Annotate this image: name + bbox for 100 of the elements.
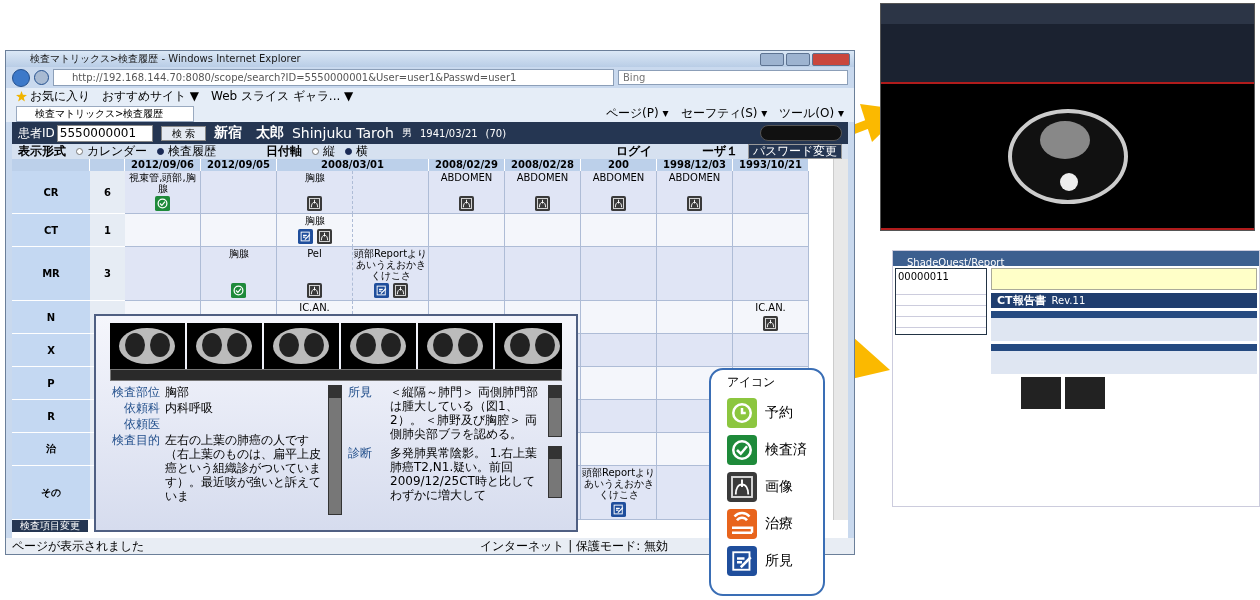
- lungs-icon[interactable]: [763, 316, 778, 331]
- legend-label: 検査済: [765, 441, 807, 459]
- close-button[interactable]: [812, 52, 850, 66]
- lungs-icon[interactable]: [459, 196, 474, 211]
- scrollbar[interactable]: [328, 385, 342, 515]
- radio-button[interactable]: 横: [345, 143, 368, 160]
- patient-id: 00000011: [897, 270, 950, 284]
- forward-button[interactable]: [34, 70, 49, 85]
- ct-scan-thumbnail[interactable]: [264, 323, 339, 369]
- scrollbar[interactable]: [548, 385, 562, 437]
- command-menu[interactable]: ページ(P) ▾: [606, 105, 669, 122]
- document-pencil-icon[interactable]: [297, 229, 313, 244]
- radio-button[interactable]: カレンダー: [76, 143, 147, 160]
- change-password-button[interactable]: パスワード変更: [748, 144, 842, 159]
- table-header-cell: [90, 159, 125, 171]
- exam-part-text: IC.AN.: [755, 302, 786, 313]
- patient-id-field[interactable]: 5550000001: [56, 124, 153, 142]
- patient-age: (70): [485, 127, 507, 139]
- window-title: 検査マトリックス>検査履歴 - Windows Internet Explorer: [30, 52, 301, 66]
- document-pencil-icon[interactable]: [611, 502, 626, 517]
- search-field[interactable]: Bing: [618, 70, 848, 85]
- modality-label: MR: [12, 247, 90, 301]
- command-menu[interactable]: ツール(O) ▾: [779, 105, 844, 122]
- option-label: 日付軸: [266, 143, 302, 160]
- minimize-button[interactable]: [760, 52, 784, 66]
- ct-scan-thumbnail[interactable]: [495, 323, 562, 369]
- modality-label: R: [12, 400, 90, 433]
- exam-item-tab[interactable]: 検査項目変更: [12, 520, 88, 532]
- ct-scan-thumbnail[interactable]: [418, 323, 493, 369]
- exam-part-text: IC.AN.: [299, 302, 330, 313]
- clock-icon: [727, 398, 757, 428]
- patient-sex: 男: [401, 126, 412, 140]
- modality-label: CT: [12, 214, 90, 247]
- lungs-icon[interactable]: [307, 283, 322, 298]
- lungs-icon[interactable]: [316, 229, 332, 244]
- clock-check-icon: [727, 435, 757, 465]
- legend-label: 予約: [765, 404, 793, 422]
- star-icon[interactable]: [16, 91, 27, 102]
- login-label: ログイ: [616, 143, 652, 160]
- clock-check-icon[interactable]: [231, 283, 246, 298]
- field-value: 内科呼吸: [165, 401, 214, 415]
- exam-count: 3: [90, 247, 125, 301]
- exam-part-text: ABDOMEN: [440, 172, 493, 183]
- user-name: ーザ１: [702, 143, 738, 160]
- field-label: 検査部位: [111, 385, 160, 399]
- modality-label: 治: [12, 433, 90, 466]
- radio-button[interactable]: 縦: [312, 143, 335, 160]
- lungs-icon[interactable]: [611, 196, 626, 211]
- legend-label: 画像: [765, 478, 793, 496]
- exam-count: 6: [90, 171, 125, 214]
- exam-part-text: 頭部Reportよりあいうえおかきくけこさ: [353, 248, 428, 281]
- command-menu[interactable]: セーフティ(S) ▾: [680, 105, 768, 122]
- favorite-link[interactable]: Web スライス ギャラ... ▼: [211, 88, 354, 105]
- exam-part-text: 胸腺: [304, 215, 325, 226]
- document-pencil-icon[interactable]: [373, 283, 389, 298]
- modality-label: P: [12, 367, 90, 400]
- lungs-icon[interactable]: [392, 283, 408, 298]
- bed-icon: [727, 509, 757, 539]
- exam-part-text: 胸腺: [228, 248, 249, 259]
- lungs-icon[interactable]: [307, 196, 322, 211]
- maximize-button[interactable]: [786, 52, 810, 66]
- exam-part-text: ABDOMEN: [668, 172, 721, 183]
- address-field[interactable]: http://192.168.144.70:8080/scope/search?ID=5550000001&User=user1&Passwd=user1: [53, 69, 614, 86]
- scrollbar[interactable]: [110, 369, 562, 381]
- date-header: 200: [581, 159, 657, 171]
- field-label: 検査目的: [111, 433, 160, 449]
- ct-scan-thumbnail[interactable]: [110, 323, 185, 369]
- date-header: 1998/12/03: [657, 159, 733, 171]
- back-button[interactable]: [12, 68, 30, 87]
- search-button[interactable]: 検 索: [160, 125, 206, 141]
- lungs-icon: [727, 472, 757, 502]
- field-value: ＜縦隔～肺門＞ 両側肺門部は腫大している（図1、2）。 ＜肺野及び胸腔＞ 両側肺尖部ブラを認める。: [390, 385, 539, 441]
- exam-part-text: ABDOMEN: [592, 172, 645, 183]
- revision-label: Rev.11: [1051, 295, 1086, 306]
- radio-button[interactable]: 検査履歴: [157, 143, 216, 160]
- field-label: 依頼科: [123, 401, 160, 415]
- option-label: 表示形式: [18, 143, 66, 160]
- exam-part-text: Pel: [307, 248, 322, 259]
- field-label: 患者ID: [18, 124, 55, 142]
- patient-name: 新宿 太郎: [213, 124, 284, 142]
- field-label: 依頼医: [123, 417, 160, 431]
- favorite-link[interactable]: おすすめサイト ▼: [102, 88, 200, 105]
- field-value: 胸部: [165, 385, 190, 399]
- ct-scan-thumbnail[interactable]: [341, 323, 416, 369]
- date-header: 2008/02/29: [429, 159, 505, 171]
- date-header: 2008/03/01: [277, 159, 429, 171]
- browser-tab[interactable]: 検査マトリックス>検査履歴: [16, 105, 195, 122]
- scrollbar[interactable]: [548, 446, 562, 498]
- history-button[interactable]: [760, 125, 842, 141]
- exam-part-text: 頭部Reportよりあいうえおかきくけこさ: [581, 467, 656, 500]
- lungs-icon[interactable]: [535, 196, 550, 211]
- modality-label: CR: [12, 171, 90, 214]
- clock-check-icon[interactable]: [155, 196, 170, 211]
- report-title: CT報告書: [997, 293, 1046, 308]
- field-label: 診断: [348, 446, 373, 462]
- lungs-icon[interactable]: [687, 196, 702, 211]
- exam-part-text: ABDOMEN: [516, 172, 569, 183]
- exam-part-text: 胸腺: [304, 172, 325, 183]
- ct-scan-thumbnail[interactable]: [187, 323, 262, 369]
- favorites-button[interactable]: お気に入り: [30, 88, 90, 105]
